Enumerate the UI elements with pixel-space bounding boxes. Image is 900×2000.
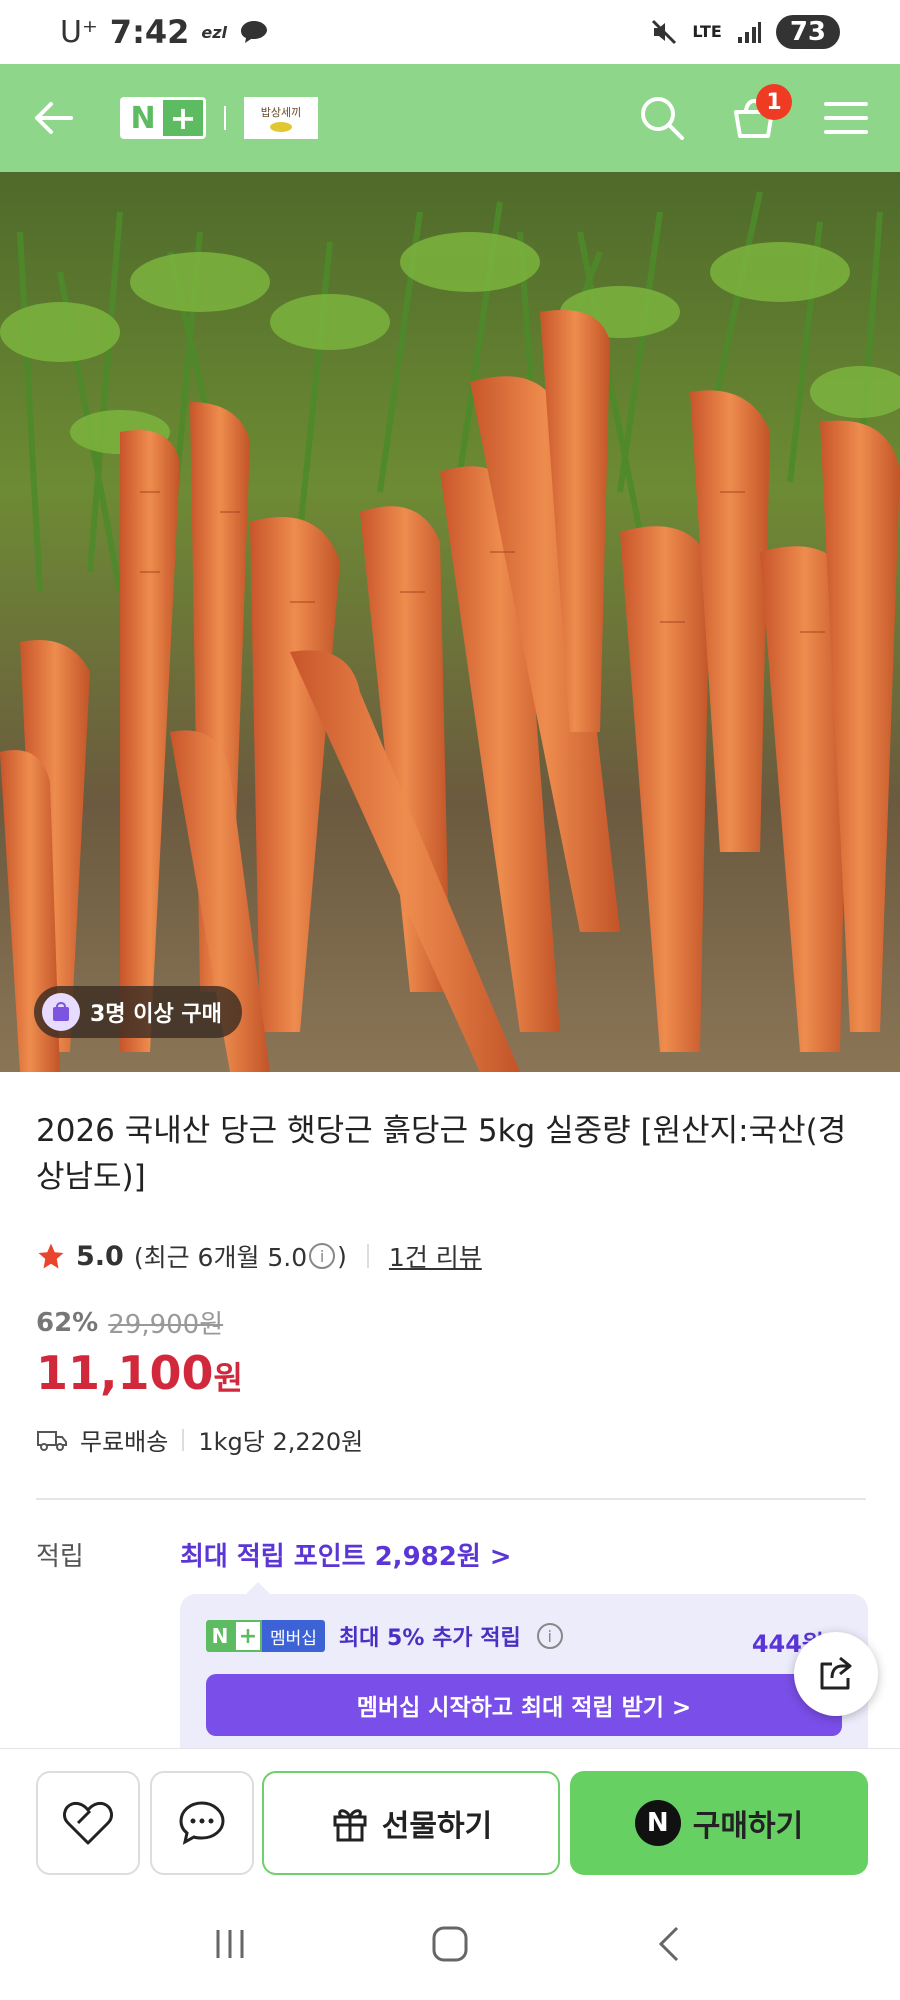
system-back-button[interactable]	[640, 1914, 700, 1974]
buy-label: 구매하기	[692, 1809, 804, 1844]
np-tag-plus: +	[234, 1620, 262, 1652]
group-buy-badge: 3명 이상 구매	[34, 986, 242, 1038]
header-actions: 1	[638, 84, 870, 142]
discount-row: 62% 29,900원	[36, 1304, 223, 1341]
unit-price: 1kg당 2,220원	[198, 1428, 364, 1456]
status-time: 7:42	[109, 13, 190, 51]
recent-apps-icon	[216, 1930, 244, 1958]
header-divider	[224, 106, 226, 130]
points-label: 적립	[36, 1542, 84, 1572]
menu-icon	[824, 102, 868, 134]
chat-bubble-icon	[179, 1801, 225, 1845]
share-icon	[820, 1656, 852, 1690]
product-image[interactable]	[0, 172, 900, 1072]
price-unit: 원	[213, 1359, 243, 1397]
review-count-link[interactable]: 1건 리뷰	[389, 1238, 482, 1274]
group-buy-text: 3명 이상 구매	[90, 1002, 222, 1027]
menu-button[interactable]	[822, 94, 870, 142]
nplus-logo-n: N	[123, 100, 163, 136]
bottom-action-bar: 선물하기 N 구매하기	[0, 1748, 900, 1888]
points-row: 적립 최대 적립 포인트 2,982원 >	[36, 1536, 512, 1573]
shopping-bag-icon	[42, 993, 80, 1031]
sale-price: 11,100	[36, 1346, 214, 1400]
back-arrow-icon	[35, 102, 73, 134]
carrier-label: U⁺	[60, 14, 98, 50]
chat-notification-icon	[241, 21, 268, 43]
status-right: LTE 73	[650, 15, 840, 49]
section-divider	[36, 1498, 866, 1500]
store-logo-leaf	[270, 122, 292, 132]
store-logo[interactable]: 밥상세끼	[244, 97, 318, 139]
naver-pay-icon: N	[634, 1800, 681, 1846]
buy-button[interactable]: N 구매하기	[570, 1771, 868, 1875]
status-left: U⁺ 7:42 ezl	[60, 13, 269, 51]
gift-label: 선물하기	[381, 1809, 493, 1844]
product-title: 2026 국내산 당근 햇당근 흙당근 5kg 실중량 [원산지:국산(경상남도…	[36, 1113, 847, 1195]
search-button[interactable]	[638, 94, 686, 142]
price-row: 11,100 원	[36, 1346, 243, 1400]
recent-rating-close: )	[337, 1241, 347, 1271]
store-logo-text: 밥상세끼	[260, 106, 302, 119]
search-icon	[641, 97, 684, 140]
chat-button[interactable]	[150, 1771, 254, 1875]
np-tag-n: N	[206, 1620, 234, 1652]
membership-box: N + 멤버십 최대 5% 추가 적립 i 444원 멤버십 시작하고 최대 적…	[180, 1582, 868, 1764]
chevron-left-icon	[658, 1926, 679, 1962]
nplus-membership-tag: N + 멤버십	[206, 1620, 325, 1652]
cart-button[interactable]: 1	[730, 84, 792, 142]
discount-rate: 62%	[36, 1307, 99, 1338]
truck-icon	[37, 1430, 67, 1451]
status-bar: U⁺ 7:42 ezl LTE 73	[0, 0, 900, 64]
carrot-photo	[0, 172, 900, 1072]
membership-info-icon[interactable]: i	[536, 1623, 563, 1649]
membership-line: N + 멤버십 최대 5% 추가 적립 i	[206, 1620, 565, 1652]
recent-rating-text: (최근 6개월 5.0	[133, 1243, 308, 1272]
home-button[interactable]	[420, 1914, 480, 1974]
max-points-link[interactable]: 최대 적립 포인트 2,982원 >	[180, 1536, 512, 1573]
original-price: 29,900원	[108, 1310, 224, 1340]
cart-count-badge: 1	[756, 84, 792, 120]
gift-icon	[333, 1809, 367, 1842]
rating-score: 5.0	[76, 1240, 124, 1272]
star-icon	[38, 1243, 64, 1269]
recent-apps-button[interactable]	[200, 1914, 260, 1974]
wishlist-button[interactable]	[36, 1771, 140, 1875]
membership-text: 최대 5% 추가 적립	[338, 1626, 521, 1651]
home-icon	[432, 1926, 468, 1962]
nplus-logo[interactable]: N +	[120, 97, 206, 139]
gift-button[interactable]: 선물하기	[262, 1771, 560, 1875]
membership-start-button[interactable]: 멤버십 시작하고 최대 적립 받기 >	[206, 1674, 842, 1736]
heart-icon	[63, 1801, 113, 1845]
info-icon[interactable]: i	[309, 1243, 336, 1269]
mute-icon	[652, 19, 677, 45]
rating-row: 5.0 (최근 6개월 5.0 i ) 1건 리뷰	[36, 1238, 482, 1274]
battery-level: 73	[775, 15, 840, 49]
system-nav-bar	[0, 1888, 900, 2000]
shipping-divider	[182, 1428, 185, 1451]
network-label: LTE	[692, 22, 722, 41]
np-tag-label: 멤버십	[262, 1620, 325, 1652]
nplus-logo-plus: +	[163, 100, 203, 136]
share-button[interactable]	[794, 1632, 878, 1716]
rating-divider	[366, 1244, 369, 1268]
shipping-row: 무료배송 1kg당 2,220원	[36, 1422, 363, 1457]
signal-icon	[737, 22, 761, 43]
app-indicator: ezl	[201, 22, 228, 42]
app-header: N + 밥상세끼 1	[0, 64, 900, 172]
back-button[interactable]	[30, 95, 76, 141]
shipping-label: 무료배송	[80, 1428, 169, 1456]
